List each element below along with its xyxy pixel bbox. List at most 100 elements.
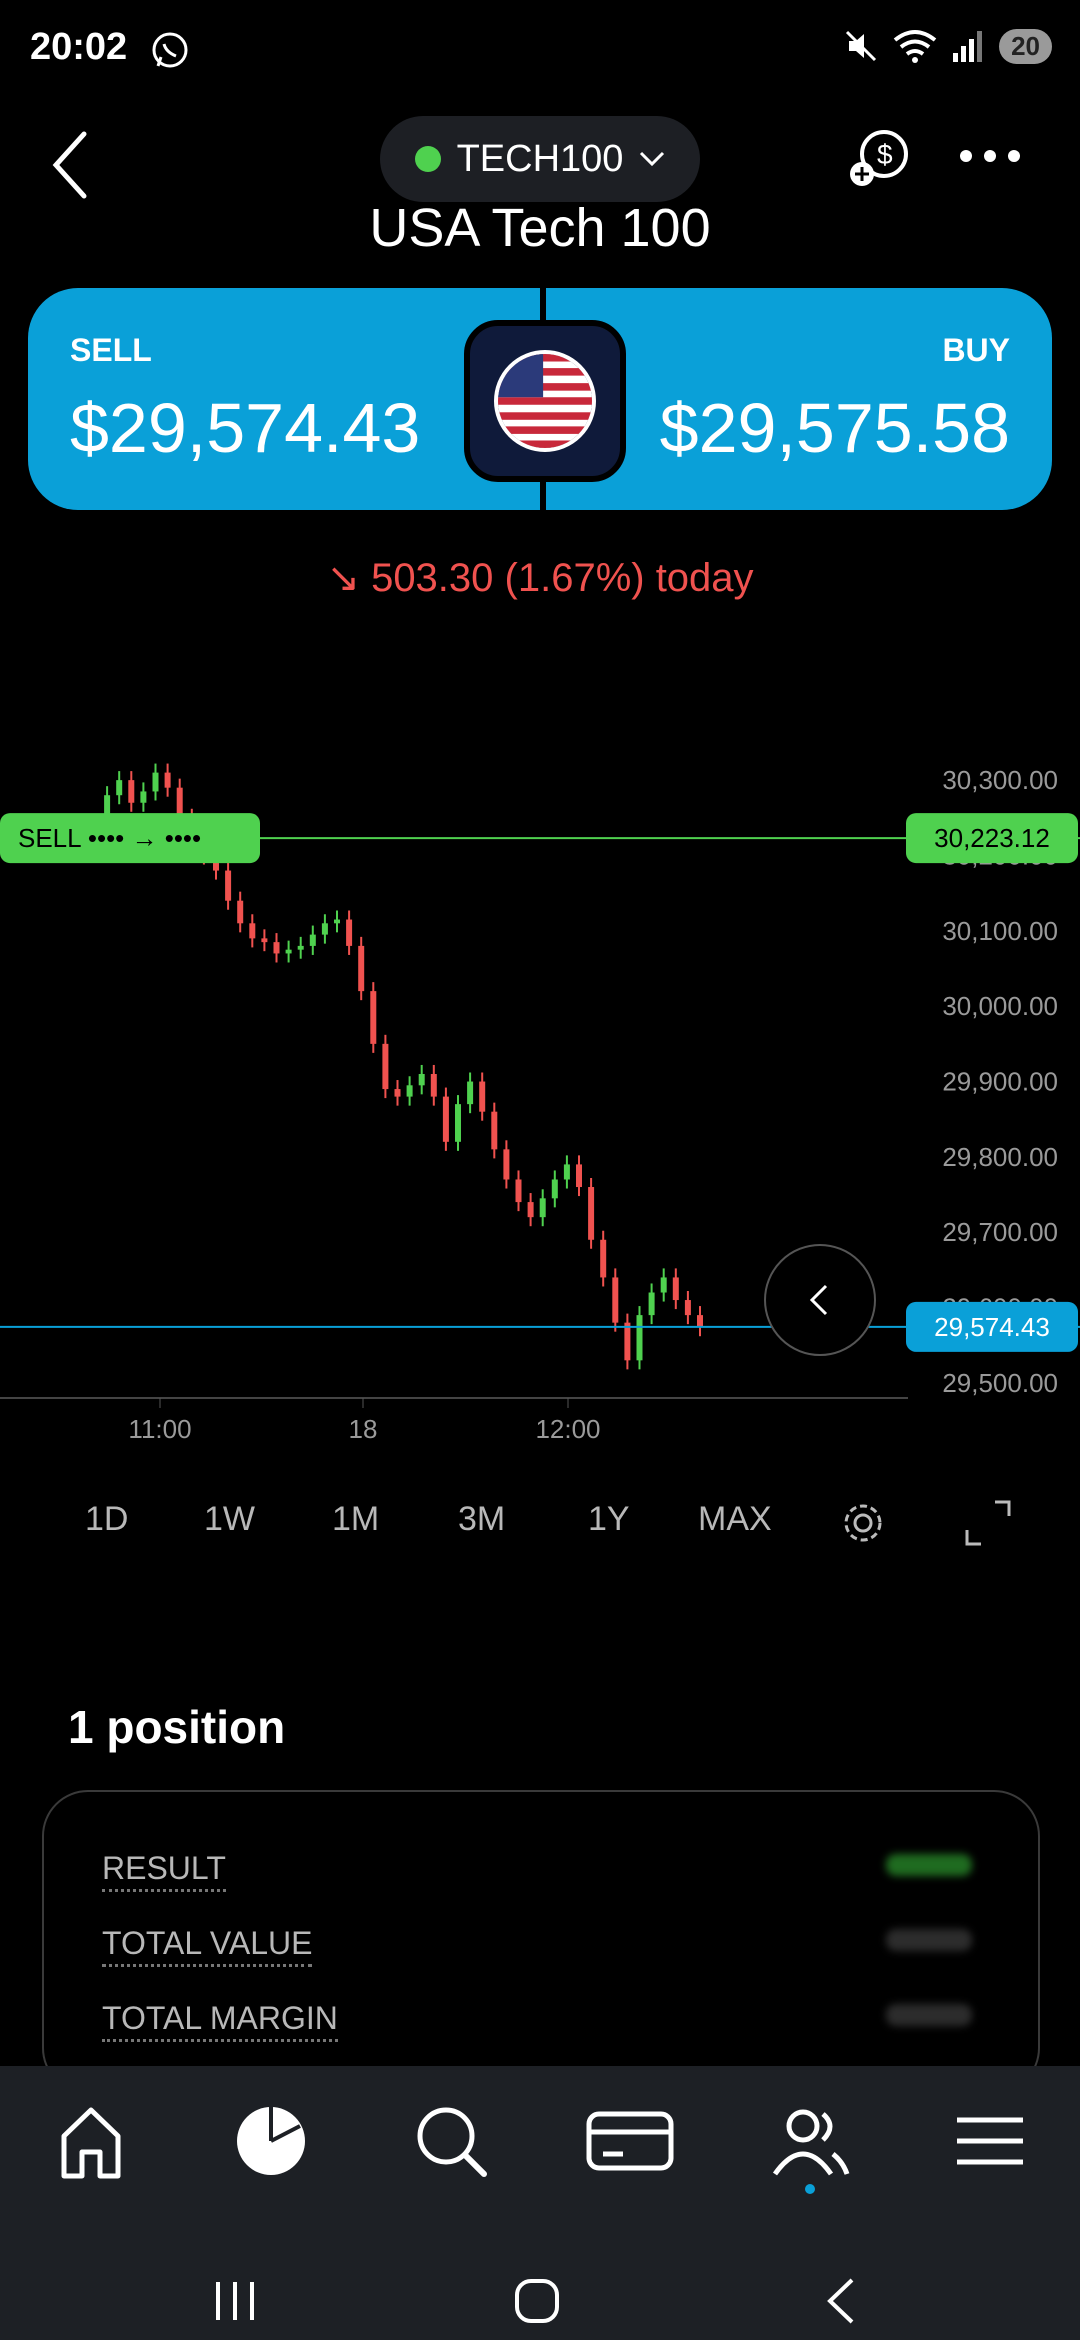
- chart-settings-icon[interactable]: [840, 1500, 886, 1546]
- candle-body: [152, 772, 159, 792]
- timeframe-1y[interactable]: 1Y: [588, 1500, 630, 1539]
- timeframe-selector: 1D 1W 1M 3M 1Y MAX: [0, 1500, 1080, 1560]
- search-icon[interactable]: [406, 2096, 496, 2186]
- current-price-tag: 29,574.43: [906, 1301, 1078, 1352]
- candle-body: [455, 1104, 461, 1142]
- sell-order-price: 30,223.12: [934, 823, 1050, 853]
- fullscreen-icon[interactable]: [965, 1500, 1011, 1546]
- candle-body: [660, 1277, 667, 1293]
- battery-indicator: 20: [999, 28, 1052, 64]
- candle-body: [297, 945, 304, 950]
- flag-badge: [464, 320, 626, 482]
- result-value: [886, 1854, 972, 1876]
- pie-chart-icon[interactable]: [226, 2096, 316, 2186]
- candle-body: [576, 1164, 582, 1188]
- candle-body: [346, 919, 353, 946]
- status-time: 20:02: [30, 26, 128, 68]
- candle-body: [140, 791, 147, 803]
- candle-body: [624, 1322, 631, 1361]
- total-value-label: TOTAL VALUE: [102, 1925, 313, 1967]
- buy-label: BUY: [942, 332, 1010, 368]
- status-bar: 20:02 20: [0, 0, 1080, 100]
- system-back-icon[interactable]: [818, 2276, 868, 2326]
- candle-body: [697, 1315, 703, 1328]
- candle-body: [539, 1198, 546, 1218]
- candle-body: [382, 1043, 389, 1090]
- candle-body: [164, 772, 171, 788]
- timeframe-1m[interactable]: 1M: [332, 1500, 379, 1539]
- candle-body: [406, 1085, 413, 1097]
- y-tick-label: 30,000.00: [942, 991, 1058, 1021]
- sell-label: SELL: [70, 332, 152, 368]
- candle-body: [418, 1074, 425, 1086]
- y-tick-label: 29,700.00: [942, 1217, 1058, 1247]
- candle-body: [225, 870, 232, 901]
- timeframe-3m[interactable]: 3M: [458, 1500, 505, 1539]
- svg-text:$: $: [877, 139, 893, 170]
- card-icon[interactable]: [585, 2096, 675, 2186]
- recent-apps-icon[interactable]: [210, 2276, 260, 2326]
- scroll-back-button[interactable]: [764, 1244, 876, 1356]
- candle-body: [442, 1096, 449, 1142]
- candle-body: [394, 1089, 401, 1097]
- signal-icon: [953, 31, 983, 62]
- candle-body: [334, 919, 340, 924]
- back-arrow-icon[interactable]: [50, 130, 90, 200]
- candle-body: [430, 1074, 437, 1097]
- candle-body: [588, 1187, 595, 1240]
- candle-body: [116, 780, 123, 796]
- wifi-icon: [893, 30, 937, 63]
- current-price-label: 29,574.43: [934, 1312, 1050, 1342]
- result-label: RESULT: [102, 1850, 226, 1892]
- candle-body: [479, 1081, 486, 1112]
- timeframe-1w[interactable]: 1W: [204, 1500, 255, 1539]
- sell-order-price-tag: 30,223.12: [906, 813, 1078, 864]
- more-options-icon[interactable]: [960, 150, 1030, 166]
- x-tick-label: 11:00: [128, 1414, 191, 1444]
- candle-body: [503, 1149, 510, 1180]
- price-chart[interactable]: 30,300.0030,200.0030,100.0030,000.0029,9…: [0, 730, 1080, 1450]
- y-tick-label: 30,100.00: [942, 916, 1058, 946]
- candle-body: [321, 923, 328, 935]
- total-margin-label: TOTAL MARGIN: [102, 2000, 338, 2042]
- instrument-selector[interactable]: TECH100: [380, 116, 700, 202]
- status-icons: 20: [843, 28, 1052, 64]
- candle-body: [273, 942, 280, 954]
- y-tick-label: 29,800.00: [942, 1142, 1058, 1172]
- candle-body: [358, 945, 365, 992]
- candle-body: [128, 780, 135, 803]
- candle-body: [249, 923, 256, 939]
- candle-body: [527, 1202, 534, 1218]
- candle-body: [612, 1277, 619, 1323]
- total-value-value: [886, 1929, 972, 1951]
- bottom-navigation: [0, 2066, 1080, 2340]
- candle-body: [285, 949, 292, 954]
- x-tick-label: 18: [349, 1414, 378, 1444]
- timeframe-1d[interactable]: 1D: [85, 1500, 128, 1539]
- x-axis-ticks: 11:00 18 12:00: [128, 1398, 601, 1444]
- sell-order-label: SELL •••• → ••••: [18, 823, 201, 853]
- position-card[interactable]: RESULT TOTAL VALUE TOTAL MARGIN: [42, 1790, 1040, 2094]
- price-alert-icon[interactable]: $: [848, 124, 912, 188]
- candle-body: [309, 934, 316, 946]
- candle-body: [551, 1179, 558, 1199]
- home-button-icon[interactable]: [512, 2276, 562, 2326]
- total-margin-value: [886, 2004, 972, 2026]
- active-tab-indicator: [805, 2184, 815, 2194]
- market-open-dot: [414, 146, 441, 172]
- people-icon[interactable]: [765, 2096, 855, 2186]
- menu-icon[interactable]: [945, 2096, 1035, 2186]
- mute-icon: [846, 30, 877, 62]
- sell-order-tag[interactable]: SELL •••• → ••••: [0, 813, 260, 864]
- candle-body: [563, 1164, 570, 1180]
- candle-body: [636, 1315, 643, 1361]
- home-icon[interactable]: [46, 2096, 136, 2186]
- us-flag-icon: [494, 350, 596, 452]
- timeframe-max[interactable]: MAX: [698, 1500, 772, 1539]
- sell-price-button[interactable]: $29,574.43: [70, 388, 420, 468]
- buy-price-button[interactable]: $29,575.58: [660, 388, 1010, 468]
- chevron-down-icon: [640, 151, 665, 167]
- instrument-symbol: TECH100: [456, 137, 624, 180]
- candle-body: [370, 991, 377, 1044]
- price-card: SELL $29,574.43 BUY $29,575.58: [28, 288, 1052, 510]
